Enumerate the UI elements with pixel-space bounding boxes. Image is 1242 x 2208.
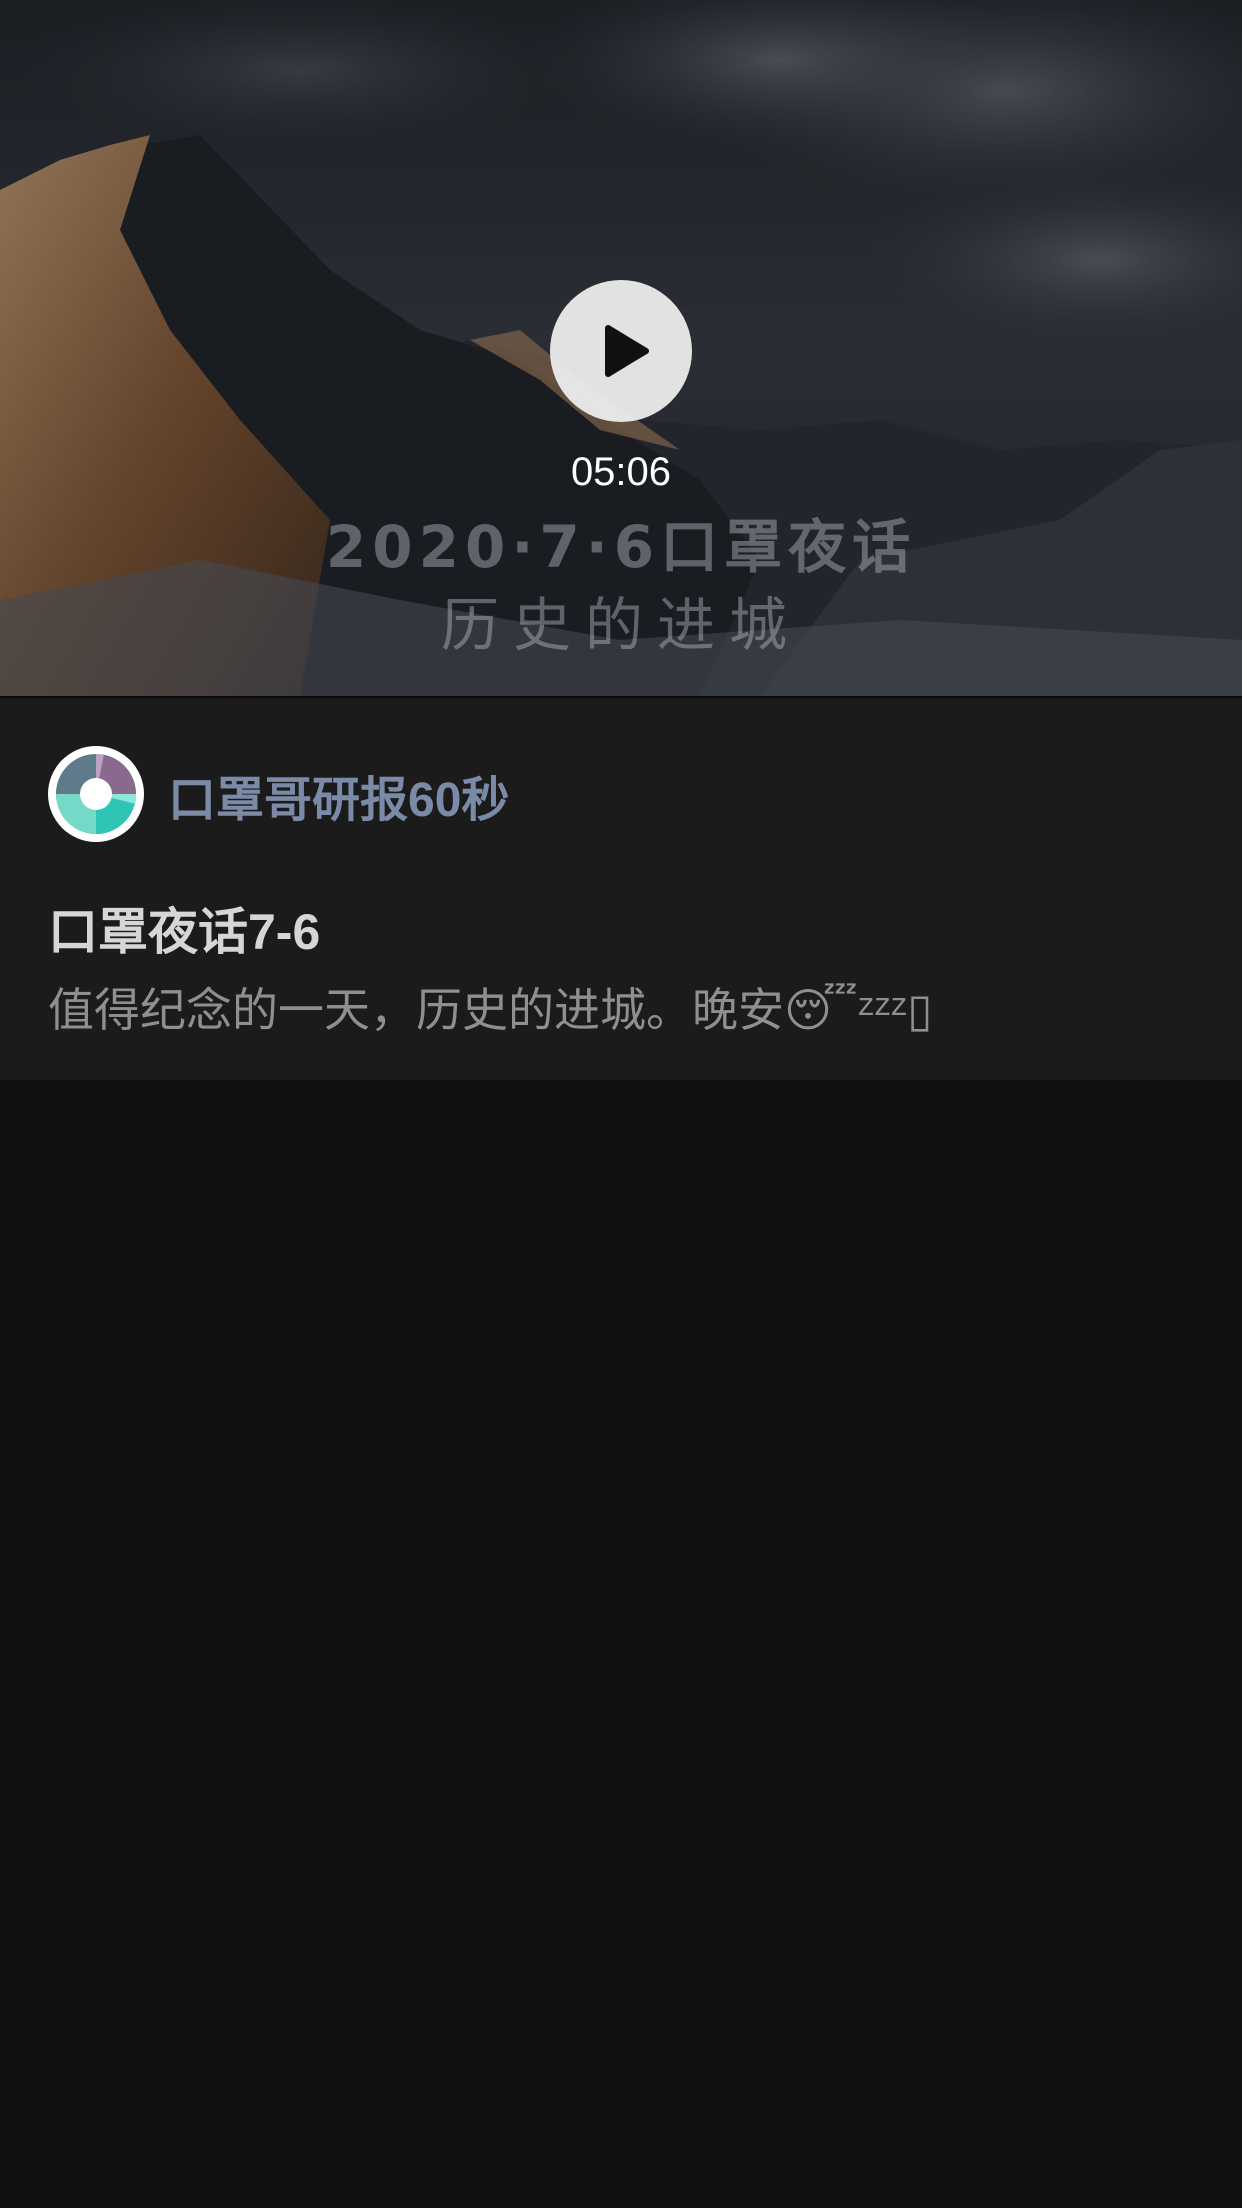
video-overlay-title: 2020·7·6口罩夜话: [325, 513, 917, 581]
video-player[interactable]: 2020·7·6口罩夜话 历史的进城 05:06: [0, 0, 1242, 698]
author-name[interactable]: 口罩哥研报60秒: [168, 760, 509, 830]
post-description: 值得纪念的一天，历史的进城。晚安😴ᶻᶻᶻ▯: [48, 984, 933, 1036]
video-overlay-subtitle: 历史的进城: [440, 591, 801, 659]
play-icon: [605, 325, 649, 377]
play-button[interactable]: [550, 280, 692, 422]
video-duration: 05:06: [570, 450, 672, 494]
post-title: 口罩夜话7-6: [48, 904, 321, 960]
post-info: 口罩哥研报60秒 口罩夜话7-6 值得纪念的一天，历史的进城。晚安😴ᶻᶻᶻ▯: [0, 698, 1242, 1080]
disc-avatar-icon: [48, 746, 144, 842]
author-avatar[interactable]: [48, 746, 144, 842]
